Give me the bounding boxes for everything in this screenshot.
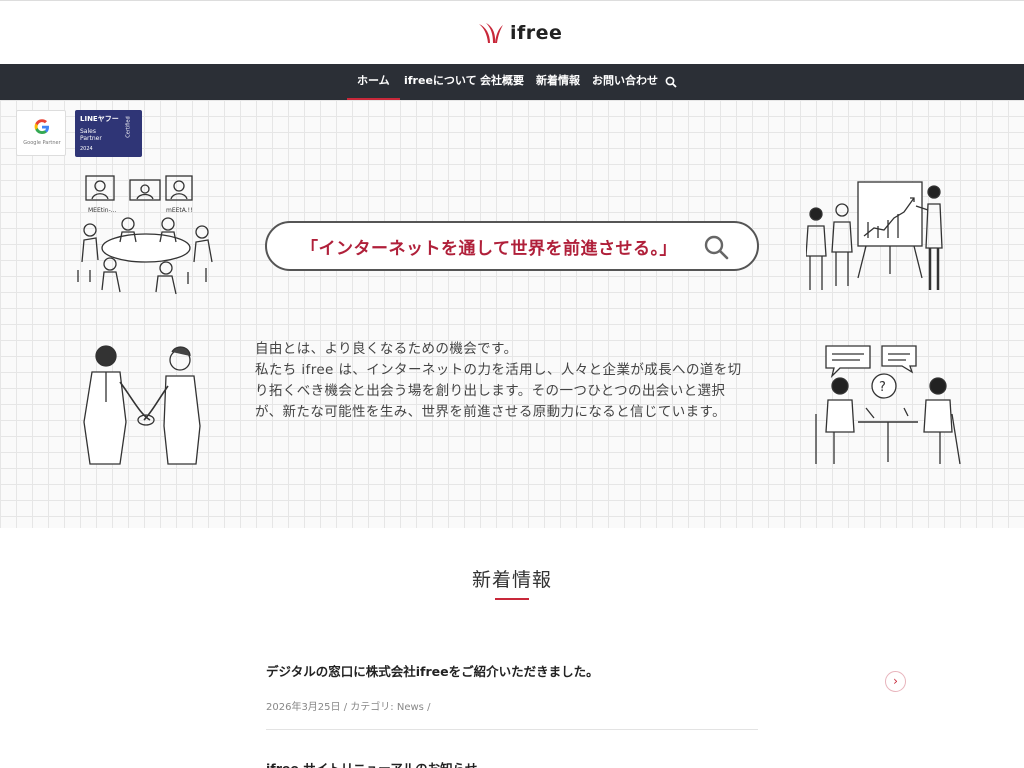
conversation-illustration-icon: ?: [815, 345, 961, 465]
intro-line-3: り拓くべき機会と出会う場を創り出します。その一つひとつの出会いと選択: [255, 383, 726, 399]
conversation-illustration: ?: [812, 342, 964, 468]
nav-item-home[interactable]: ホーム: [347, 64, 400, 100]
news-item[interactable]: ifree サイトリニューアルのお知らせ: [266, 758, 758, 768]
news-divider: [266, 729, 758, 730]
meeting-label-2: mEEtA.!!: [166, 207, 193, 214]
handshake-illustration-icon: [83, 345, 201, 465]
nav-item-company[interactable]: 会社概要: [480, 64, 524, 100]
google-partner-badge[interactable]: Google Partner: [16, 110, 66, 156]
meeting-illustration-icon: MEEtin-... mEEtA.!!: [77, 175, 213, 295]
meeting-illustration: MEEtin-... mEEtA.!!: [68, 172, 218, 300]
line-badge-certified: Certified: [125, 116, 132, 138]
magnifier-icon[interactable]: [703, 234, 729, 260]
google-g-icon: [34, 119, 49, 134]
hero-tagline: 「インターネットを通して世界を前進させる。」: [301, 239, 677, 259]
search-icon[interactable]: [665, 76, 677, 88]
logo-mark-icon: [479, 23, 503, 43]
presentation-illustration: [805, 178, 951, 296]
news-item-meta: 2026年3月25日 / カテゴリ: News /: [266, 698, 758, 713]
tagline-search-bar[interactable]: 「インターネットを通して世界を前進させる。」: [265, 221, 759, 271]
nav-item-news[interactable]: 新着情報: [536, 64, 580, 100]
meeting-label-1: MEEtin-...: [88, 207, 117, 214]
nav-item-contact[interactable]: お問い合わせ: [592, 64, 658, 100]
line-badge-year: 2024: [80, 146, 93, 152]
news-item-category[interactable]: カテゴリ: News: [350, 702, 424, 713]
hero-intro-text: 自由とは、より良くなるための機会です。 私たち ifree は、インターネットの…: [255, 339, 785, 423]
line-yahoo-partner-badge[interactable]: LINEヤフー Sales Partner 2024 Certified: [75, 110, 142, 157]
news-item[interactable]: デジタルの窓口に株式会社ifreeをご紹介いただきました。 2026年3月25日…: [266, 661, 758, 713]
nav-item-about[interactable]: ifreeについて: [404, 64, 477, 100]
chevron-right-icon[interactable]: ›: [885, 671, 906, 692]
intro-line-2: 私たち ifree は、インターネットの力を活用し、人々と企業が成長への道を切: [255, 362, 742, 378]
logo-text: ifree: [510, 22, 563, 44]
news-heading: 新着情報: [471, 569, 552, 591]
news-item-date: 2026年3月25日: [266, 702, 341, 713]
news-heading-underline: [495, 598, 529, 600]
news-meta-separator: /: [427, 702, 431, 713]
question-mark-bubble: ?: [879, 380, 886, 395]
news-meta-separator: /: [343, 702, 348, 713]
main-nav: ホーム ifreeについて 会社概要 新着情報 お問い合わせ: [0, 64, 1024, 100]
handshake-illustration: [80, 342, 208, 466]
site-header: ifree: [0, 0, 1024, 64]
intro-line-4: が、新たな可能性を生み、世界を前進させる原動力になると信じています。: [255, 404, 726, 420]
site-logo[interactable]: ifree: [478, 21, 562, 45]
news-item-title[interactable]: デジタルの窓口に株式会社ifreeをご紹介いただきました。: [266, 661, 758, 680]
intro-line-1: 自由とは、より良くなるための機会です。: [255, 341, 518, 357]
news-item-title[interactable]: ifree サイトリニューアルのお知らせ: [266, 758, 758, 768]
google-partner-label: Google Partner: [23, 140, 61, 146]
presentation-illustration-icon: [805, 181, 943, 290]
